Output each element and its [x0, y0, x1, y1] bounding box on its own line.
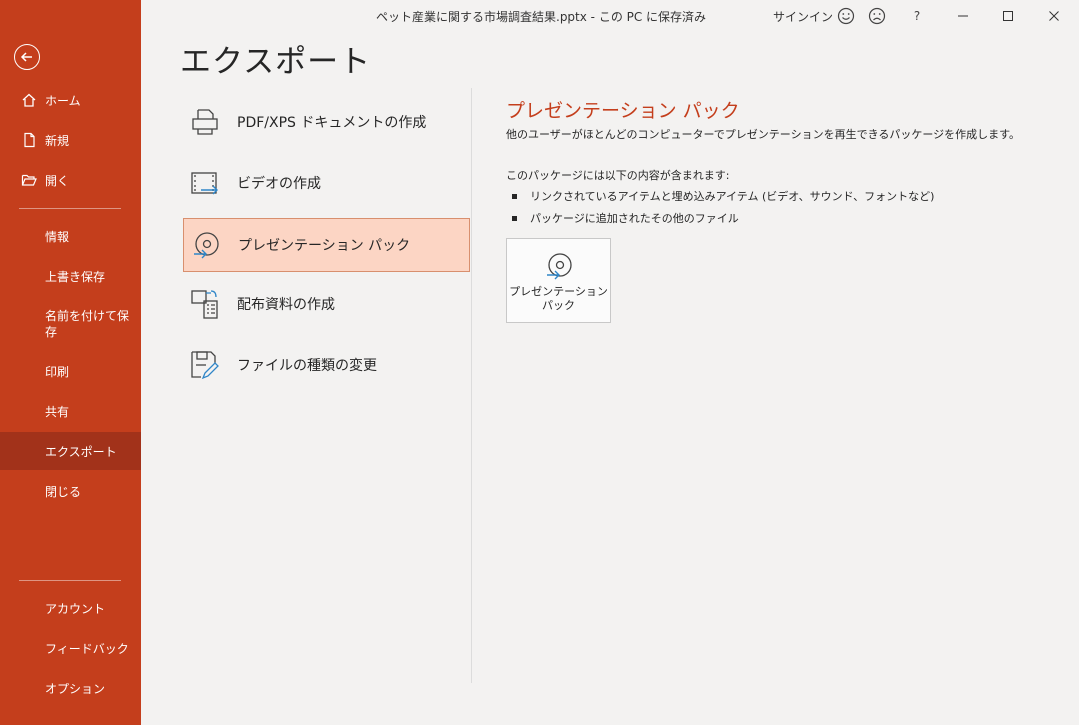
- sidebar-item-open[interactable]: 開く: [0, 161, 141, 199]
- sidebar-item-close[interactable]: 閉じる: [0, 472, 141, 510]
- sidebar-item-new[interactable]: 新規: [0, 121, 141, 159]
- close-icon[interactable]: [1044, 6, 1064, 26]
- cd-package-icon: [188, 227, 224, 263]
- bullet-text: パッケージに追加されたその他のファイル: [530, 212, 739, 225]
- title-bar: ペット産業に関する市場調査結果.pptx - この PC に保存済み サインイン…: [141, 0, 1079, 32]
- back-arrow-icon: [20, 52, 32, 62]
- help-icon[interactable]: ?: [907, 6, 927, 26]
- sidebar-item-save[interactable]: 上書き保存: [0, 257, 141, 295]
- export-option-video[interactable]: ビデオの作成: [183, 156, 470, 210]
- sidebar-item-save-as[interactable]: 名前を付けて保存: [0, 302, 141, 346]
- pane-divider: [471, 88, 472, 683]
- sidebar-item-options[interactable]: オプション: [0, 669, 141, 707]
- include-bullet: リンクされているアイテムと埋め込みアイテム (ビデオ、サウンド、フォントなど): [512, 188, 934, 204]
- sidebar-item-share[interactable]: 共有: [0, 392, 141, 430]
- pdf-xps-icon: [187, 104, 223, 140]
- bullet-dot: [512, 215, 517, 221]
- export-option-change-file-type[interactable]: ファイルの種類の変更: [183, 338, 470, 392]
- document-title: ペット産業に関する市場調査結果.pptx - この PC に保存済み: [376, 10, 707, 24]
- sidebar-divider: [19, 580, 121, 581]
- sidebar-item-label: ホーム: [45, 93, 81, 108]
- cd-package-icon: [546, 253, 572, 280]
- sidebar-item-home[interactable]: ホーム: [0, 81, 141, 119]
- detail-title: プレゼンテーション パック: [506, 100, 740, 122]
- change-file-type-icon: [187, 347, 223, 383]
- sidebar-item-print[interactable]: 印刷: [0, 352, 141, 390]
- bullet-dot: [512, 193, 517, 199]
- frown-feedback-icon[interactable]: [867, 6, 887, 26]
- backstage-sidebar: ホーム 新規 開く 情報 上書き保存 名前を付けて保存 印刷 共有 エクスポート…: [0, 0, 141, 725]
- export-option-label: ビデオの作成: [237, 176, 321, 192]
- minimize-icon[interactable]: [953, 6, 973, 26]
- export-option-label: PDF/XPS ドキュメントの作成: [237, 115, 427, 131]
- export-option-label: ファイルの種類の変更: [237, 358, 377, 374]
- sidebar-item-info[interactable]: 情報: [0, 217, 141, 255]
- sidebar-divider: [19, 208, 121, 209]
- bullet-text: リンクされているアイテムと埋め込みアイテム (ビデオ、サウンド、フォントなど): [530, 190, 935, 203]
- maximize-icon[interactable]: [998, 6, 1018, 26]
- home-icon: [20, 91, 38, 109]
- export-option-presentation-pack[interactable]: プレゼンテーション パック: [183, 218, 470, 272]
- smile-feedback-icon[interactable]: [836, 6, 856, 26]
- includes-heading: このパッケージには以下の内容が含まれます:: [506, 169, 730, 182]
- sidebar-item-label: 新規: [45, 133, 70, 148]
- folder-open-icon: [20, 171, 38, 189]
- sign-in-link[interactable]: サインイン: [773, 8, 833, 25]
- export-option-label: プレゼンテーション パック: [238, 238, 411, 254]
- new-document-icon: [20, 131, 38, 149]
- export-option-handouts[interactable]: 配布資料の作成: [183, 277, 470, 331]
- sidebar-item-account[interactable]: アカウント: [0, 589, 141, 627]
- sidebar-item-export[interactable]: エクスポート: [0, 432, 141, 470]
- export-option-pdf-xps[interactable]: PDF/XPS ドキュメントの作成: [183, 95, 470, 149]
- sidebar-item-feedback[interactable]: フィードバック: [0, 629, 141, 667]
- page-title: エクスポート: [180, 44, 372, 80]
- detail-description: 他のユーザーがほとんどのコンピューターでプレゼンテーションを再生できるパッケージ…: [506, 128, 1021, 141]
- export-option-label: 配布資料の作成: [237, 297, 335, 313]
- package-presentation-button[interactable]: プレゼンテーション パック: [506, 238, 611, 323]
- include-bullet: パッケージに追加されたその他のファイル: [512, 210, 739, 226]
- handout-icon: [187, 286, 223, 322]
- back-button[interactable]: [14, 44, 40, 70]
- package-button-label: プレゼンテーション パック: [509, 285, 608, 312]
- sidebar-item-label: 開く: [45, 173, 70, 188]
- video-icon: [187, 165, 223, 201]
